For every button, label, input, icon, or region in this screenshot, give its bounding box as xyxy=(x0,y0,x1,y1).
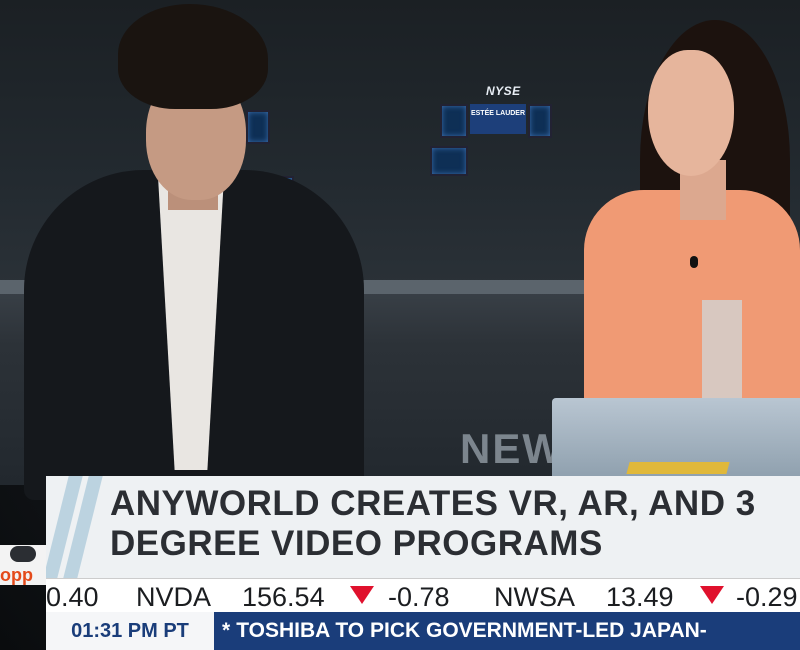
studio-monitor xyxy=(246,110,270,144)
crawl-separator: * xyxy=(222,619,231,642)
host-blouse xyxy=(584,190,800,410)
studio-monitor xyxy=(528,104,552,138)
down-arrow-icon xyxy=(700,586,724,604)
host-face xyxy=(648,50,734,176)
studio-monitor xyxy=(440,104,468,138)
broadcast-frame: NYSE ESTÉE LAUDER NEW ANYWORLD CREATES V… xyxy=(0,0,800,650)
news-crawl: * TOSHIBA TO PICK GOVERNMENT-LED JAPAN- xyxy=(222,612,800,650)
ticker-symbol: NWSA xyxy=(494,582,575,612)
studio-monitor xyxy=(430,146,468,176)
ticker-price: 156.54 xyxy=(242,582,325,612)
lapel-mic xyxy=(690,256,698,268)
headline-line-2: DEGREE VIDEO PROGRAMS xyxy=(110,524,603,563)
clock: 01:31 PM PT xyxy=(46,612,214,650)
guest-hair xyxy=(118,4,268,109)
laptop-sticker xyxy=(626,462,730,474)
desk-logo: NEW xyxy=(460,425,564,472)
ticker-price: 13.49 xyxy=(606,582,674,612)
ticker-symbol: NVDA xyxy=(136,582,212,612)
stock-ticker: 0.40 NVDA 156.54 -0.78 NWSA 13.49 -0.29 xyxy=(46,578,800,613)
ticker-fragment: 0.40 xyxy=(46,582,99,612)
ticker-change: -0.78 xyxy=(388,582,450,612)
network-logo-text: opp xyxy=(0,565,33,585)
headline: ANYWORLD CREATES VR, AR, AND 3 DEGREE VI… xyxy=(110,484,800,564)
nyse-sign: NYSE xyxy=(486,84,521,98)
ticker-change: -0.29 xyxy=(736,582,798,612)
down-arrow-icon xyxy=(350,586,374,604)
brand-screen: ESTÉE LAUDER xyxy=(470,104,526,134)
network-logo-mark xyxy=(10,546,36,562)
headline-line-1: ANYWORLD CREATES VR, AR, AND 3 xyxy=(110,484,756,523)
banner-stripes xyxy=(43,476,108,578)
host-undershirt xyxy=(702,300,742,400)
crawl-text: TOSHIBA TO PICK GOVERNMENT-LED JAPAN- xyxy=(236,619,707,642)
